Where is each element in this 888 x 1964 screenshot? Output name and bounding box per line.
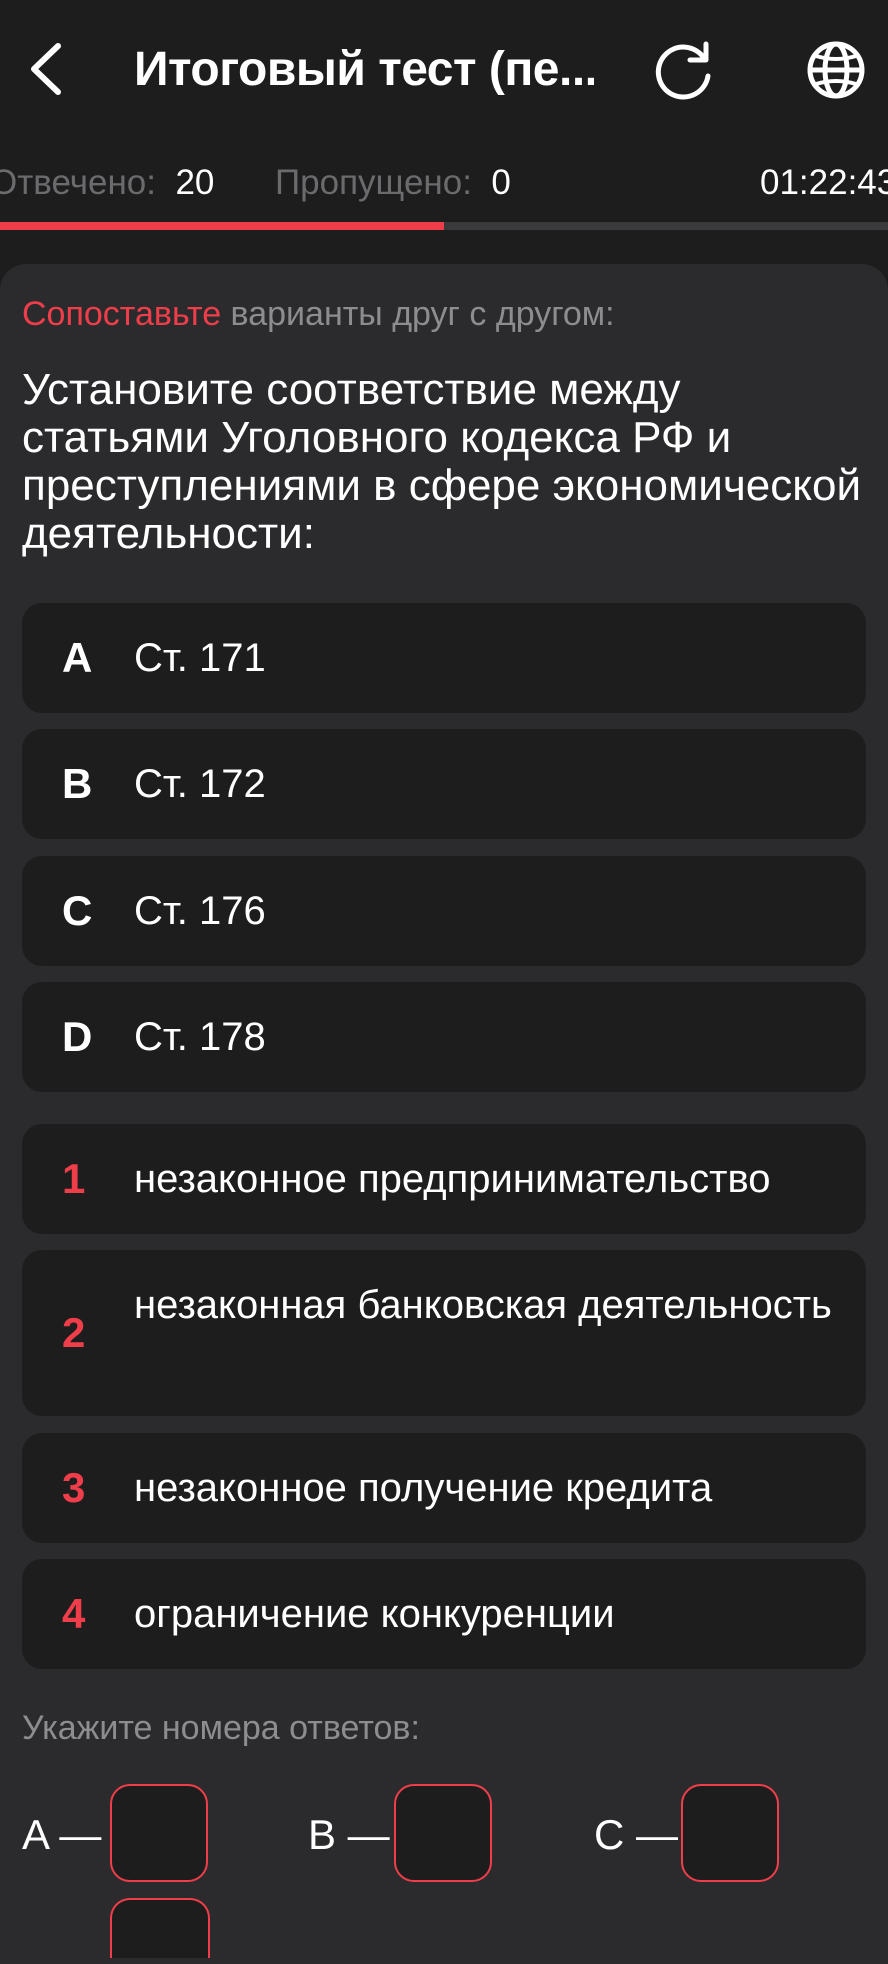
answer-label: C —	[594, 1811, 678, 1858]
option-3[interactable]: 3 незаконное получение кредита	[22, 1433, 866, 1543]
answer-d-input[interactable]	[110, 1898, 210, 1958]
test-stats: Отвечено: 20 Пропущено: 0 01:22:43	[0, 150, 888, 220]
answer-b: B —	[308, 1784, 498, 1888]
skipped-value: 0	[491, 163, 511, 202]
answered-value: 20	[175, 163, 215, 202]
option-2[interactable]: 2 незаконная банковская деятельность	[22, 1250, 866, 1416]
option-text: Ст. 172	[134, 762, 266, 806]
refresh-button[interactable]	[650, 36, 718, 104]
answered-stat: Отвечено: 20	[0, 150, 214, 216]
option-key: 4	[62, 1590, 86, 1637]
skipped-label: Пропущено:	[275, 163, 472, 202]
language-button[interactable]	[802, 36, 870, 104]
page-title: Итоговый тест (пе...	[134, 43, 594, 96]
option-key: B	[62, 760, 93, 807]
answer-c-input[interactable]	[681, 1784, 779, 1882]
answer-a-input[interactable]	[110, 1784, 208, 1882]
skipped-stat: Пропущено: 0	[275, 150, 511, 216]
timer: 01:22:43	[760, 163, 888, 202]
answer-a: A —	[22, 1784, 212, 1888]
option-c[interactable]: C Ст. 176	[22, 856, 866, 966]
question-text: Установите соответствие между статьями У…	[22, 365, 862, 558]
instruction-accent: Сопоставьте	[22, 295, 222, 333]
answers-label: Укажите номера ответов:	[22, 1709, 420, 1747]
option-a[interactable]: A Ст. 171	[22, 603, 866, 713]
instruction-rest: варианты друг с другом:	[221, 295, 615, 333]
option-key: C	[62, 887, 93, 934]
option-text: Ст. 176	[134, 889, 266, 933]
option-key: 2	[62, 1309, 86, 1356]
option-4[interactable]: 4 ограничение конкуренции	[22, 1559, 866, 1669]
answer-c: C —	[594, 1784, 784, 1888]
progress-fill	[0, 222, 444, 230]
option-text: незаконное получение кредита	[134, 1466, 713, 1510]
option-1[interactable]: 1 незаконное предпринимательство	[22, 1124, 866, 1234]
answer-b-input[interactable]	[394, 1784, 492, 1882]
option-text: незаконная банковская деятельность	[134, 1283, 832, 1327]
app-header: Итоговый тест (пе...	[0, 0, 888, 140]
option-text: Ст. 171	[134, 636, 266, 680]
answered-label: Отвечено:	[0, 163, 156, 202]
answer-label: A —	[22, 1811, 102, 1858]
option-key: 3	[62, 1464, 86, 1511]
chevron-left-icon	[31, 43, 61, 95]
option-text: Ст. 178	[134, 1015, 266, 1059]
option-text: незаконное предпринимательство	[134, 1157, 771, 1201]
progress-bar	[0, 222, 888, 230]
refresh-icon	[655, 41, 711, 100]
question-instruction: Сопоставьте варианты друг с другом:	[22, 290, 615, 338]
option-key: A	[62, 634, 93, 681]
option-key: D	[62, 1013, 93, 1060]
option-key: 1	[62, 1155, 86, 1202]
option-d[interactable]: D Ст. 178	[22, 982, 866, 1092]
option-b[interactable]: B Ст. 172	[22, 729, 866, 839]
back-button[interactable]	[22, 38, 74, 100]
answer-label: B —	[308, 1811, 390, 1858]
option-text: ограничение конкуренции	[134, 1592, 615, 1636]
globe-icon	[807, 41, 865, 99]
